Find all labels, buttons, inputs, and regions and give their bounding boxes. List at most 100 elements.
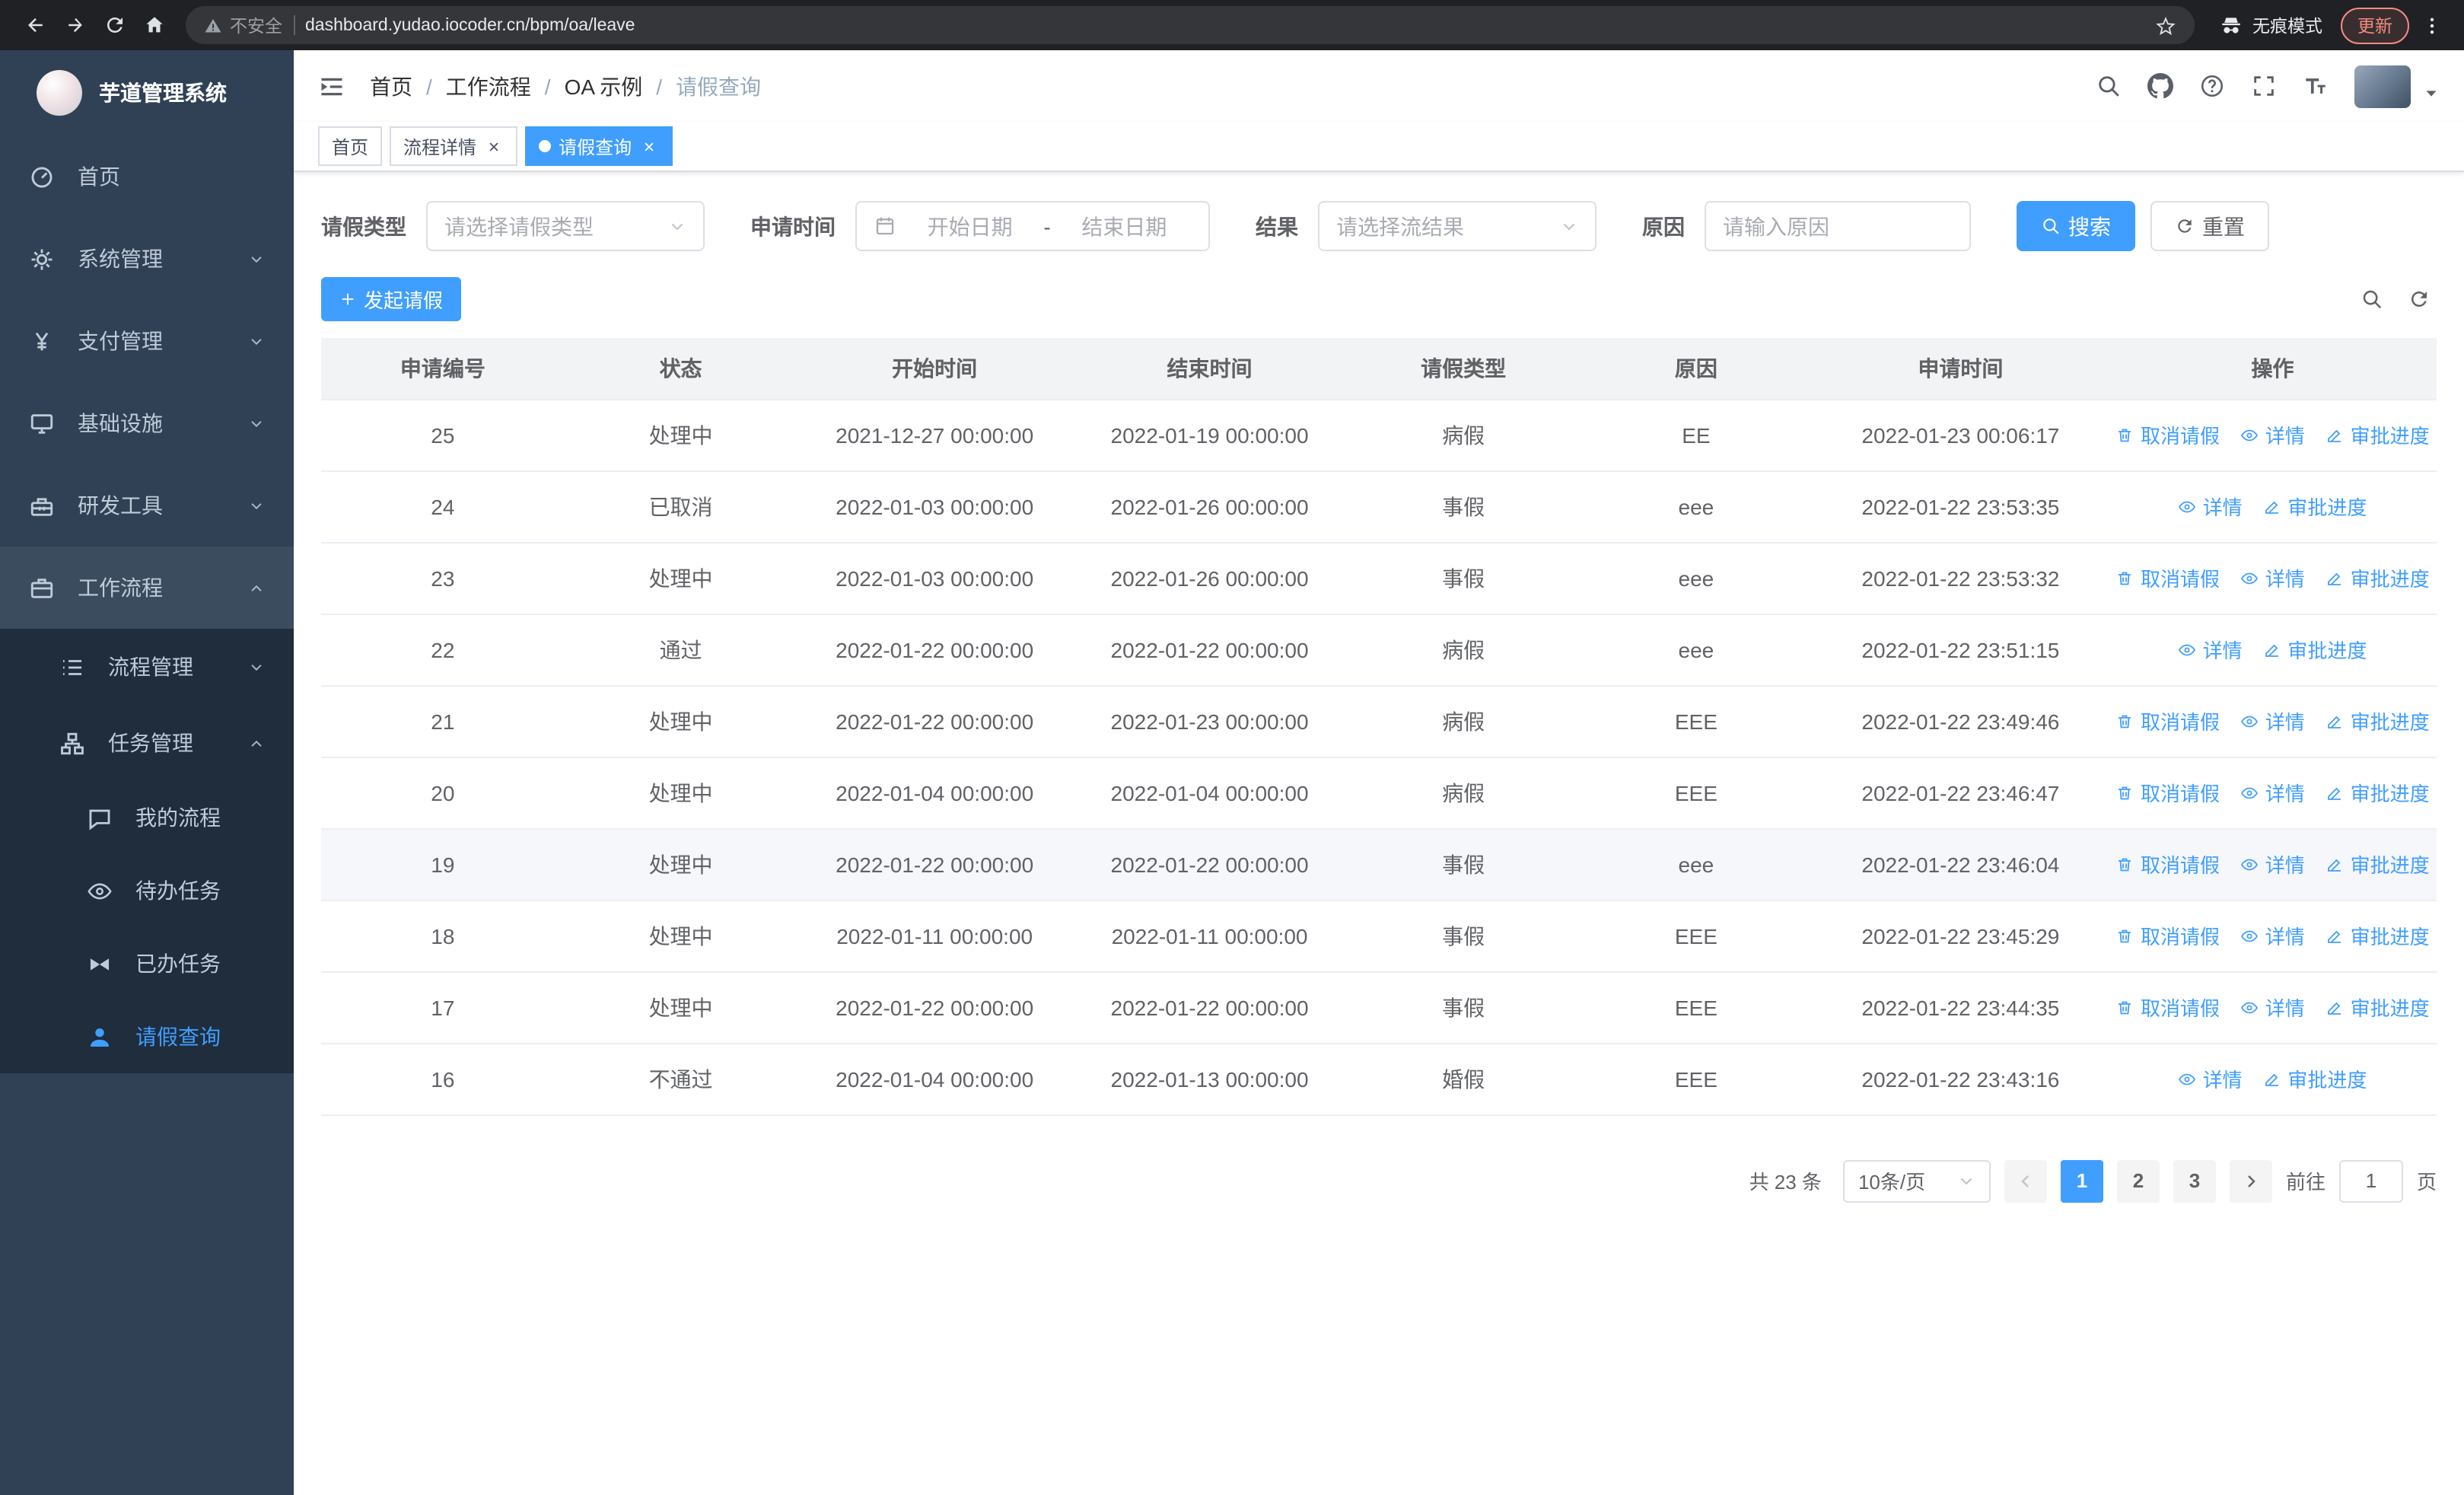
detail-link[interactable]: 详情 (2241, 993, 2305, 1022)
close-icon[interactable] (639, 136, 659, 156)
close-icon[interactable] (484, 136, 504, 156)
detail-label: 详情 (2202, 1069, 2243, 1092)
reset-button[interactable]: 重置 (2150, 201, 2269, 251)
security-warning-label: 不安全 (230, 18, 282, 36)
tab-leave-query[interactable]: 请假查询 (525, 126, 673, 166)
search-button[interactable]: 搜索 (2017, 201, 2135, 251)
sidebar-item-todo-task[interactable]: 待办任务 (0, 854, 294, 927)
apply-time-range-picker[interactable]: 开始日期 - 结束日期 (855, 201, 1210, 251)
filter-apply-time: 申请时间 开始日期 - 结束日期 (750, 201, 1210, 251)
approval-progress-link[interactable]: 审批进度 (2326, 706, 2430, 735)
github-icon[interactable] (2147, 73, 2173, 99)
col-reason: 原因 (1580, 338, 1813, 400)
cell-reason: EE (1580, 399, 1813, 471)
bookmark-star-icon[interactable] (2155, 14, 2176, 36)
detail-link[interactable]: 详情 (2241, 706, 2305, 735)
col-status: 状态 (564, 338, 797, 400)
leave-type-select[interactable]: 请选择请假类型 (426, 201, 705, 251)
font-size-icon[interactable] (2303, 73, 2329, 99)
approval-progress-label: 审批进度 (2350, 425, 2430, 448)
approval-progress-link[interactable]: 审批进度 (2326, 778, 2430, 807)
detail-link[interactable]: 详情 (2179, 1064, 2243, 1093)
sidebar-item-home[interactable]: 首页 (0, 135, 294, 218)
detail-link[interactable]: 详情 (2241, 420, 2305, 449)
user-avatar[interactable] (2354, 65, 2411, 107)
security-warning[interactable]: 不安全 (204, 13, 282, 37)
approval-progress-link[interactable]: 审批进度 (2326, 850, 2430, 878)
detail-link[interactable]: 详情 (2241, 778, 2305, 807)
address-bar[interactable]: 不安全 dashboard.yudao.iocoder.cn/bpm/oa/le… (186, 6, 2195, 44)
app-logo[interactable]: 芋道管理系统 (0, 50, 294, 135)
approval-progress-link[interactable]: 审批进度 (2263, 1064, 2367, 1093)
goto-page-input[interactable] (2338, 1159, 2403, 1202)
sidebar-item-process-mgmt[interactable]: 流程管理 (0, 629, 294, 705)
result-select[interactable]: 请选择流结果 (1318, 201, 1597, 251)
sidebar-item-label: 请假查询 (135, 1025, 221, 1049)
sidebar-collapse-icon[interactable] (318, 72, 345, 100)
cancel-leave-link[interactable]: 取消请假 (2116, 563, 2220, 592)
sidebar-item-leave-query[interactable]: 请假查询 (0, 1000, 294, 1073)
browser-update-button[interactable]: 更新 (2341, 7, 2409, 43)
toggle-search-icon[interactable] (2361, 288, 2383, 311)
cancel-leave-link[interactable]: 取消请假 (2116, 850, 2220, 878)
detail-link[interactable]: 详情 (2241, 921, 2305, 950)
chevron-down-icon (248, 250, 265, 267)
detail-link[interactable]: 详情 (2241, 850, 2305, 878)
cancel-leave-link[interactable]: 取消请假 (2116, 706, 2220, 735)
divider (293, 15, 294, 35)
approval-progress-link[interactable]: 审批进度 (2263, 635, 2367, 664)
cancel-leave-link[interactable]: 取消请假 (2116, 420, 2220, 449)
create-leave-button[interactable]: 发起请假 (321, 277, 462, 321)
approval-progress-link[interactable]: 审批进度 (2326, 993, 2430, 1022)
sidebar-item-task-mgmt[interactable]: 任务管理 (0, 705, 294, 781)
sidebar-item-label: 待办任务 (135, 878, 221, 903)
back-button[interactable] (15, 5, 55, 45)
detail-link[interactable]: 详情 (2179, 492, 2243, 521)
page-size-select[interactable]: 10条/页 (1842, 1159, 1991, 1202)
sidebar-item-system[interactable]: 系统管理 (0, 218, 294, 300)
detail-link[interactable]: 详情 (2179, 635, 2243, 664)
reload-button[interactable] (94, 5, 134, 45)
reason-input[interactable] (1705, 201, 1971, 251)
detail-link[interactable]: 详情 (2241, 563, 2305, 592)
breadcrumb-item-current: 请假查询 (676, 74, 762, 98)
sidebar-item-infra[interactable]: 基础设施 (0, 382, 294, 464)
detail-label: 详情 (2265, 711, 2305, 734)
approval-progress-link[interactable]: 审批进度 (2326, 921, 2430, 950)
breadcrumb-item-workflow[interactable]: 工作流程 (446, 71, 531, 101)
home-button[interactable] (134, 5, 173, 45)
browser-menu-button[interactable] (2415, 8, 2449, 42)
cell-apply-time: 2022-01-22 23:51:15 (1812, 614, 2109, 686)
help-icon[interactable] (2199, 73, 2225, 99)
cancel-leave-link[interactable]: 取消请假 (2116, 778, 2220, 807)
cell-leave-type: 事假 (1347, 542, 1580, 614)
breadcrumb-item-home[interactable]: 首页 (370, 71, 412, 101)
sidebar-item-done-task[interactable]: 已办任务 (0, 927, 294, 1000)
page-button-2[interactable]: 2 (2116, 1159, 2160, 1202)
cancel-leave-link[interactable]: 取消请假 (2116, 993, 2220, 1022)
tab-home[interactable]: 首页 (318, 126, 383, 166)
calendar-icon (874, 215, 896, 237)
refresh-table-icon[interactable] (2408, 288, 2431, 311)
search-icon[interactable] (2096, 73, 2122, 99)
tab-process-detail[interactable]: 流程详情 (390, 126, 518, 166)
sidebar-item-my-process[interactable]: 我的流程 (0, 781, 294, 854)
forward-button[interactable] (55, 5, 94, 45)
cancel-leave-link[interactable]: 取消请假 (2116, 921, 2220, 950)
sidebar-item-payment[interactable]: 支付管理 (0, 300, 294, 382)
eye-icon (2179, 1069, 2197, 1088)
next-page-button[interactable] (2229, 1159, 2272, 1202)
prev-page-button[interactable] (2004, 1159, 2047, 1202)
breadcrumb-item-oa-example[interactable]: OA 示例 (565, 71, 643, 101)
approval-progress-link[interactable]: 审批进度 (2263, 492, 2367, 521)
breadcrumb-separator: / (426, 74, 432, 98)
approval-progress-link[interactable]: 审批进度 (2326, 420, 2430, 449)
sidebar-item-workflow[interactable]: 工作流程 (0, 547, 294, 629)
page-button-3[interactable]: 3 (2173, 1159, 2216, 1202)
page-button-1[interactable]: 1 (2060, 1159, 2103, 1202)
fullscreen-icon[interactable] (2251, 73, 2277, 99)
filter-label: 原因 (1642, 214, 1685, 238)
sidebar-item-devtools[interactable]: 研发工具 (0, 464, 294, 547)
approval-progress-link[interactable]: 审批进度 (2326, 563, 2430, 592)
caret-down-icon[interactable] (2423, 85, 2440, 102)
